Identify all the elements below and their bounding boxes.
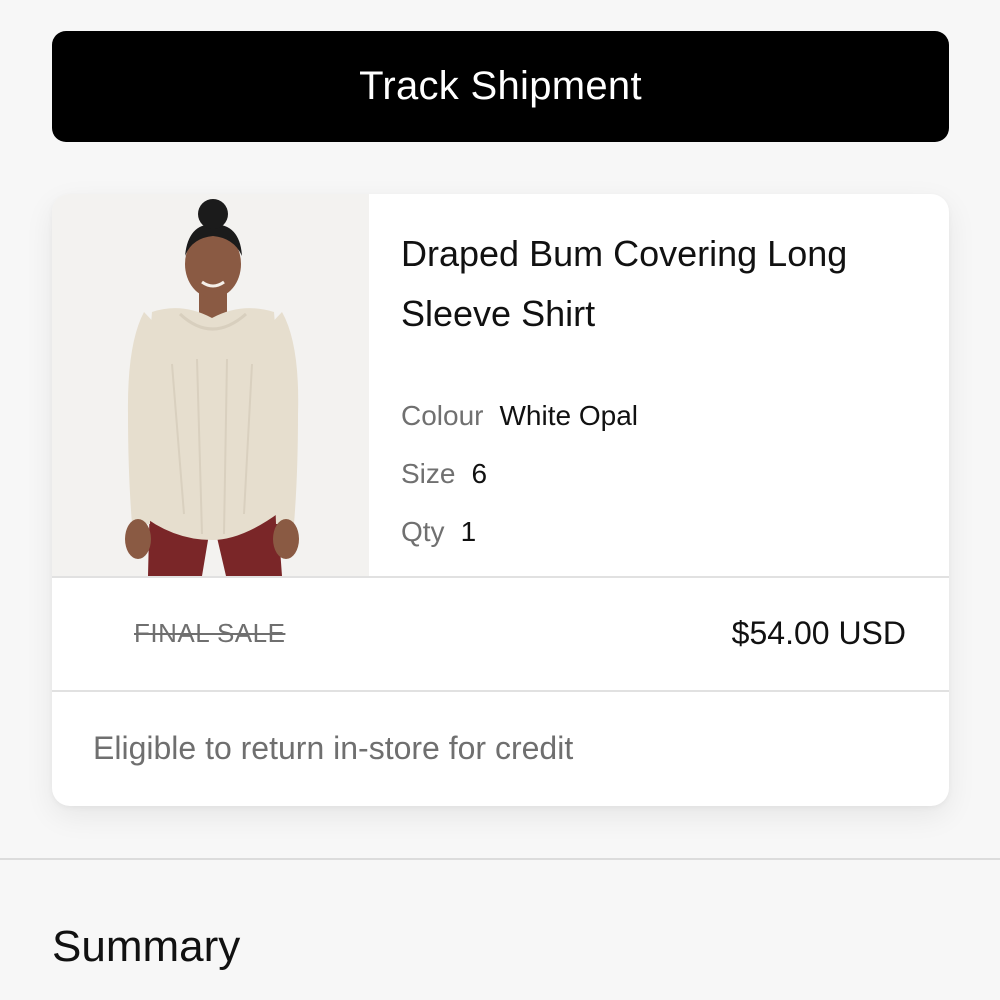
card-divider — [52, 690, 949, 692]
summary-section: Summary — [0, 858, 1000, 1000]
return-eligibility-note: Eligible to return in-store for credit — [93, 730, 574, 766]
product-name[interactable]: Draped Bum Covering Long Sleeve Shirt — [401, 224, 921, 344]
size-row: Size 6 — [401, 458, 487, 490]
order-detail-page: Track Shipment Draped Bum Covering Long … — [0, 0, 1000, 1000]
colour-label: Colour — [401, 400, 484, 431]
product-image[interactable] — [52, 194, 369, 576]
qty-row: Qty 1 — [401, 516, 476, 548]
colour-row: Colour White Opal — [401, 400, 638, 432]
qty-label: Qty — [401, 516, 445, 547]
product-info: Draped Bum Covering Long Sleeve Shirt — [401, 224, 921, 344]
model-illustration — [52, 194, 369, 576]
track-shipment-button[interactable]: Track Shipment — [52, 31, 949, 142]
card-divider — [52, 576, 949, 578]
size-value: 6 — [471, 458, 488, 489]
final-sale-label: FINAL SALE — [134, 618, 286, 648]
order-item-section: Track Shipment Draped Bum Covering Long … — [0, 0, 1000, 858]
colour-value: White Opal — [499, 400, 638, 431]
size-label: Size — [401, 458, 456, 489]
qty-value: 1 — [460, 516, 477, 547]
item-price: $54.00 USD — [731, 615, 906, 651]
summary-heading: Summary — [52, 922, 241, 971]
order-item-card: Draped Bum Covering Long Sleeve Shirt Co… — [52, 194, 949, 806]
